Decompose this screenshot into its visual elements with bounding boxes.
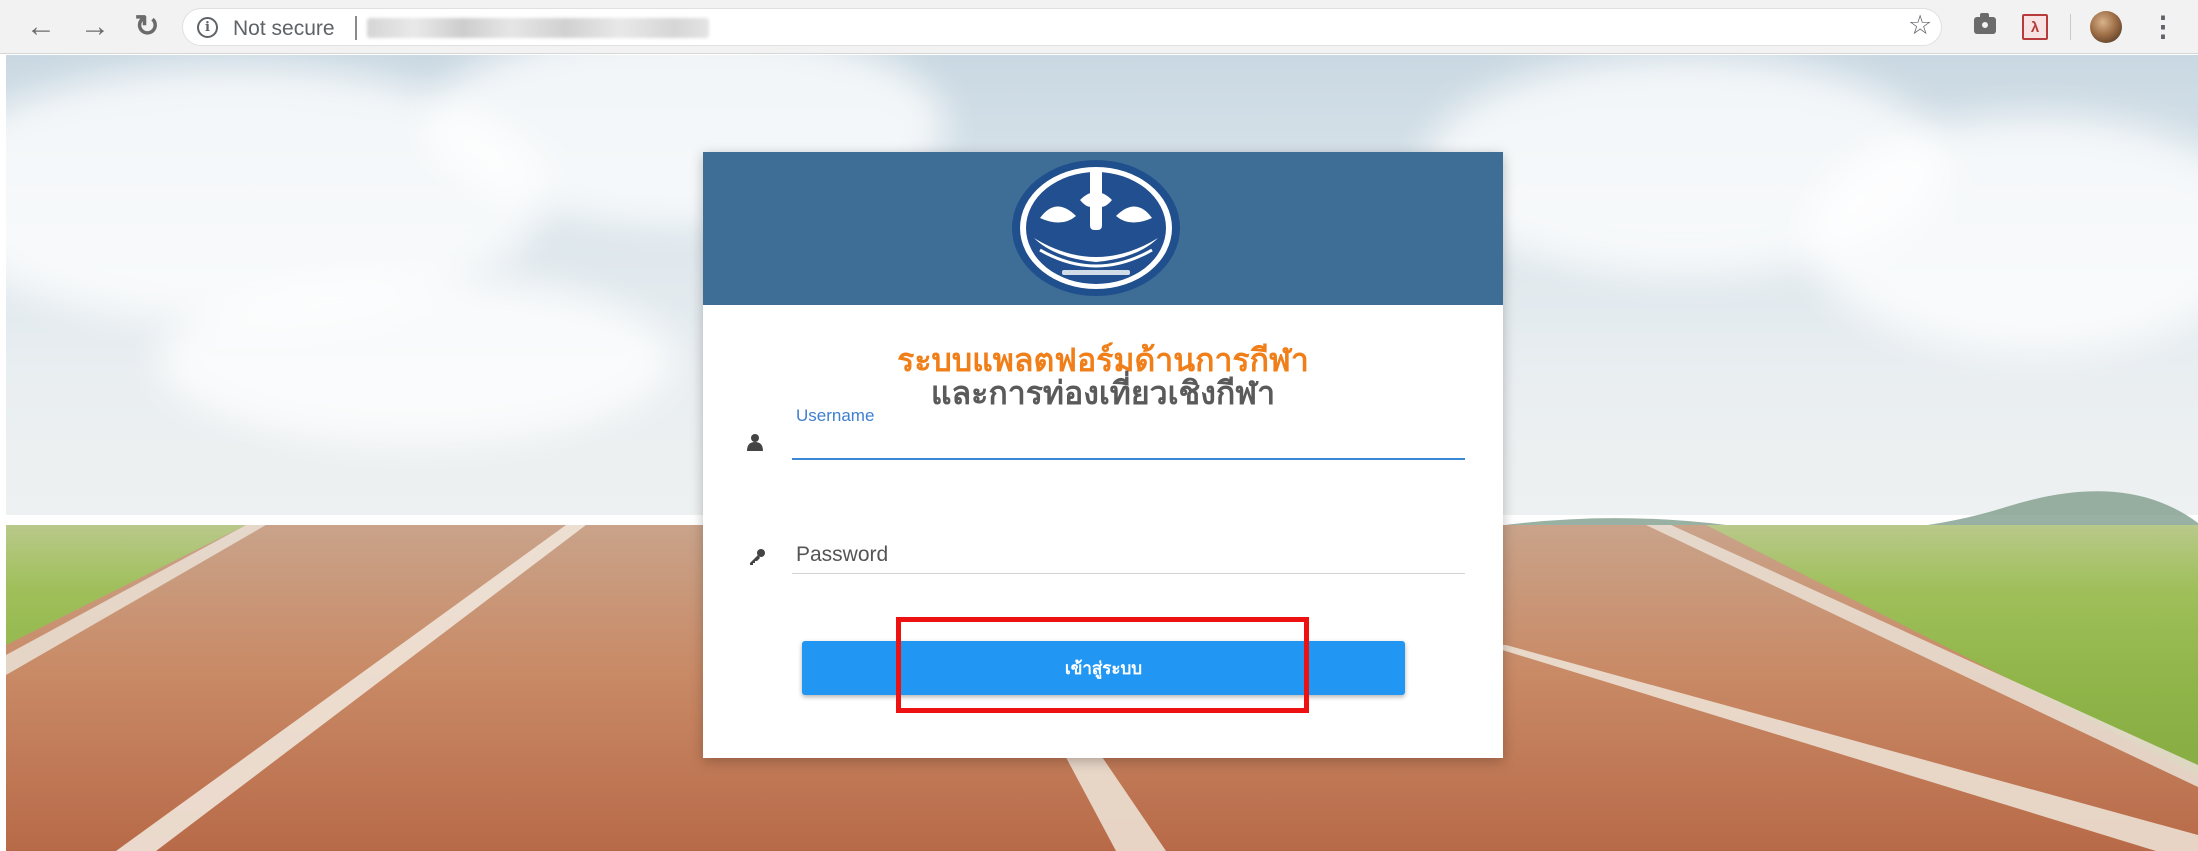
profile-avatar[interactable] <box>2090 11 2122 43</box>
key-icon <box>750 549 765 565</box>
reload-icon[interactable]: ↻ <box>128 8 166 46</box>
arrow-right-icon[interactable]: → <box>76 8 114 46</box>
system-title: ระบบแพลตฟอร์มด้านการกีฬา <box>897 341 1309 379</box>
government-seal-icon <box>1012 160 1180 296</box>
password-input[interactable] <box>792 536 1465 574</box>
blurred-url[interactable] <box>367 18 709 38</box>
card-header <box>703 152 1503 305</box>
address-bar[interactable]: i Not secure <box>182 8 1942 46</box>
star-icon[interactable]: ☆ <box>1908 12 1932 39</box>
address-divider <box>355 16 357 40</box>
username-label: Username <box>796 406 875 425</box>
user-icon <box>747 434 763 451</box>
info-icon[interactable]: i <box>197 17 218 38</box>
toolbar-divider <box>2070 14 2071 40</box>
highlight-box <box>896 617 1309 713</box>
pdf-icon[interactable]: λ <box>2022 14 2048 40</box>
security-label: Not secure <box>233 17 335 40</box>
browser-toolbar: ← → ↻ i Not secure ☆ λ ⋮ <box>0 0 2198 54</box>
camera-icon[interactable] <box>1974 13 1996 34</box>
kebab-menu-icon[interactable]: ⋮ <box>2148 10 2178 44</box>
username-input[interactable] <box>792 426 1465 460</box>
arrow-left-icon[interactable]: ← <box>22 8 60 46</box>
cloud <box>156 275 676 445</box>
